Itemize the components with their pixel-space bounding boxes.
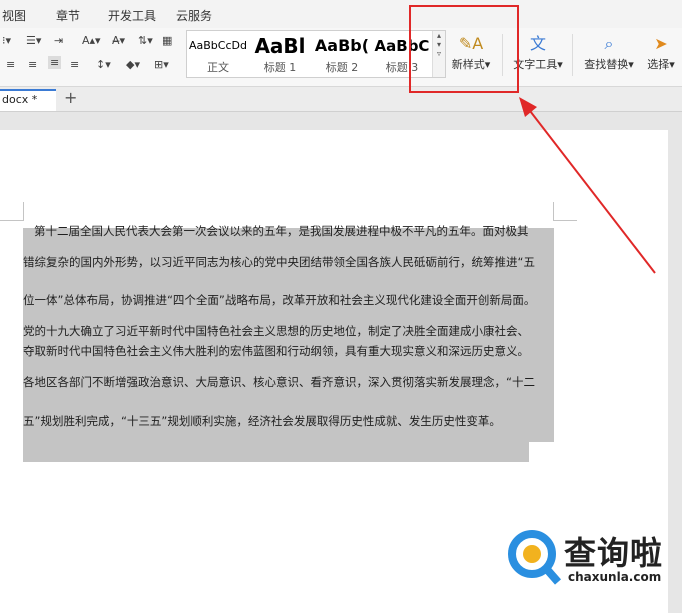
style-preview: AaBl	[254, 34, 306, 58]
numbering-icon[interactable]: ☰▾	[26, 34, 41, 47]
logo-q-icon	[508, 530, 562, 585]
shading-icon[interactable]: ◆▾	[126, 58, 140, 71]
menu-bar: 视图 章节 开发工具 云服务	[0, 0, 682, 28]
add-tab-icon[interactable]: +	[64, 88, 77, 107]
watermark-logo: 查询啦 chaxunla.com	[506, 522, 676, 606]
align-center-icon[interactable]: ≡	[28, 58, 37, 71]
distribute-icon[interactable]: ≡	[70, 58, 79, 71]
style-normal[interactable]: AaBbCcDd 正文	[187, 31, 249, 77]
find-replace-button[interactable]: ⌕ 查找替换▾	[580, 32, 638, 72]
style-label: 正文	[207, 61, 229, 74]
border-icon[interactable]: ⊞▾	[154, 58, 169, 71]
align-left-icon[interactable]: ≡	[6, 58, 15, 71]
style-label: 标题 2	[325, 61, 359, 74]
text-tools-label: 文字工具	[513, 58, 558, 71]
indent-icon[interactable]: ⇥	[54, 34, 63, 47]
style-heading-2[interactable]: AaBb( 标题 2	[311, 31, 373, 77]
paragraph-line[interactable]: 第十二届全国人民代表大会第一次会议以来的五年，是我国发展进程中极不平凡的五年。面…	[34, 223, 529, 239]
menu-dev-tools[interactable]: 开发工具	[108, 7, 156, 24]
cursor-icon: ➤	[654, 34, 668, 53]
style-heading-1[interactable]: AaBl 标题 1	[249, 31, 311, 77]
menu-view[interactable]: 视图	[2, 7, 26, 24]
margin-marker	[23, 202, 24, 220]
document-tab[interactable]: docx *	[0, 89, 56, 111]
list-indent-icon[interactable]: ⁝▾	[2, 34, 11, 47]
font-size-icon[interactable]: A▴▾	[82, 34, 101, 47]
style-preview: AaBbCcDd	[189, 39, 247, 52]
paragraph-line[interactable]: 夺取新时代中国特色社会主义伟大胜利的宏伟蓝图和行动纲领，具有重大现实意义和深远历…	[23, 343, 529, 359]
arrow-head	[519, 97, 537, 117]
paragraph-line[interactable]: 位一体”总体布局，协调推进“四个全面”战略布局，改革开放和社会主义现代化建设全面…	[23, 292, 535, 308]
annotation-arrow	[519, 97, 656, 274]
line-spacing-icon[interactable]: ↕▾	[96, 58, 111, 71]
sort-icon[interactable]: ⇅▾	[138, 34, 153, 47]
paragraph-line[interactable]: 五”规划胜利完成，“十三五”规划顺利实施，经济社会发展取得历史性成就、发生历史性…	[23, 413, 501, 429]
document-tab-label: docx *	[2, 93, 38, 106]
style-preview: AaBb(	[314, 36, 370, 55]
menu-cloud[interactable]: 云服务	[176, 7, 212, 24]
select-label: 选择	[647, 58, 670, 71]
menu-chapter[interactable]: 章节	[56, 7, 80, 24]
clear-format-icon[interactable]: A̶▾	[112, 34, 125, 47]
justify-icon[interactable]: ≡	[48, 56, 62, 69]
styles-gallery: AaBbCcDd 正文 AaBl 标题 1 AaBb( 标题 2 AaBbC 标…	[186, 30, 446, 78]
magnifier-icon: ⌕	[604, 34, 614, 53]
logo-url: chaxunla.com	[568, 570, 662, 584]
paragraph-line[interactable]: 错综复杂的国内外形势，以习近平同志为核心的党中央团结带领全国各族人民砥砺前行，统…	[23, 254, 535, 270]
paragraph-line[interactable]: 各地区各部门不断增强政治意识、大局意识、核心意识、看齐意识，深入贯彻落实新发展理…	[23, 374, 535, 390]
arrow-shaft	[526, 106, 656, 274]
ribbon: ⁝▾ ☰▾ ⇥ A▴▾ A̶▾ ⇅▾ ▦ ≡ ≡ ≡ ≡ ↕▾ ◆▾ ⊞▾ Aa…	[0, 28, 682, 87]
annotation-highlight-box	[409, 5, 519, 93]
selection-last-line	[23, 442, 529, 462]
logo-brand: 查询啦	[564, 534, 664, 572]
find-replace-label: 查找替换	[584, 58, 629, 71]
paragraph-line[interactable]: 党的十九大确立了习近平新时代中国特色社会主义思想的历史地位，制定了决胜全面建成小…	[23, 323, 529, 339]
style-label: 标题 1	[263, 61, 297, 74]
table-icon[interactable]: ▦	[162, 34, 172, 47]
select-button[interactable]: ➤ 选择▾	[642, 32, 680, 72]
margin-marker	[0, 220, 24, 221]
divider	[572, 34, 573, 76]
